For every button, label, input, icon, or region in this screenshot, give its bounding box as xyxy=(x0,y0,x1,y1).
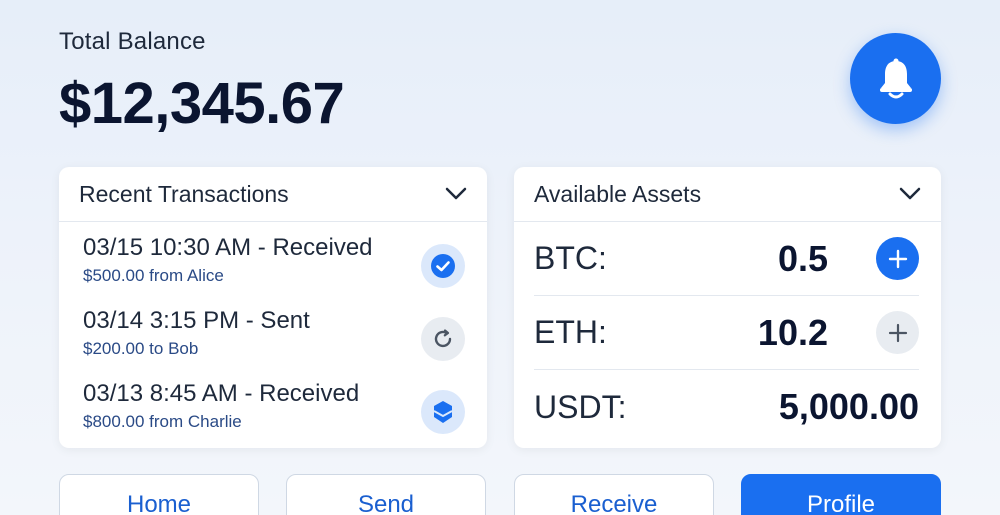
pending-refresh-icon xyxy=(434,329,452,348)
transaction-item[interactable]: 03/14 3:15 PM - Sent $200.00 to Bob xyxy=(83,307,467,369)
total-balance-label: Total Balance xyxy=(59,28,206,55)
recent-transactions-title: Recent Transactions xyxy=(79,180,289,207)
check-circle-icon xyxy=(431,254,455,278)
recent-transactions-panel: Recent Transactions 03/15 10:30 AM - Rec… xyxy=(59,167,487,448)
home-button[interactable]: Home xyxy=(59,474,259,515)
profile-button[interactable]: Profile xyxy=(741,474,941,515)
add-eth-button[interactable] xyxy=(876,311,919,354)
receive-button[interactable]: Receive xyxy=(514,474,714,515)
bell-icon xyxy=(879,58,912,98)
asset-label: BTC: xyxy=(534,240,607,276)
available-assets-title: Available Assets xyxy=(534,180,702,207)
transaction-title: 03/15 10:30 AM - Received xyxy=(83,234,373,261)
asset-value: 0.5 xyxy=(777,237,828,279)
recent-transactions-header[interactable]: Recent Transactions xyxy=(59,167,487,222)
transaction-title: 03/13 8:45 AM - Received xyxy=(83,380,360,407)
asset-row-eth: ETH: 10.2 xyxy=(534,296,919,370)
transaction-detail: $200.00 to Bob xyxy=(83,339,199,358)
shield-icon xyxy=(433,401,453,423)
asset-row-btc: BTC: 0.5 xyxy=(534,222,919,296)
total-balance-amount: $12,345.67 xyxy=(59,71,345,136)
transaction-status xyxy=(421,317,465,361)
asset-value: 5,000.00 xyxy=(778,386,919,427)
transaction-detail: $800.00 from Charlie xyxy=(83,412,242,431)
send-button[interactable]: Send xyxy=(286,474,486,515)
add-btc-button[interactable] xyxy=(876,237,919,280)
transaction-item[interactable]: 03/15 10:30 AM - Received $500.00 from A… xyxy=(83,234,467,296)
plus-icon xyxy=(888,323,907,342)
transaction-title: 03/14 3:15 PM - Sent xyxy=(83,307,310,334)
asset-value: 10.2 xyxy=(757,311,828,353)
chevron-down-icon[interactable] xyxy=(445,187,467,201)
transaction-status xyxy=(421,244,465,288)
asset-label: USDT: xyxy=(534,388,627,425)
asset-row-usdt: USDT: 5,000.00 xyxy=(534,370,919,444)
plus-icon xyxy=(888,249,907,268)
available-assets-header[interactable]: Available Assets xyxy=(514,167,941,222)
transaction-status xyxy=(421,390,465,434)
asset-label: ETH: xyxy=(534,314,607,350)
available-assets-panel: Available Assets BTC: 0.5 ETH: 10.2 USDT… xyxy=(514,167,941,448)
balance-header: Total Balance $12,345.67 xyxy=(59,28,345,137)
transaction-item[interactable]: 03/13 8:45 AM - Received $800.00 from Ch… xyxy=(83,380,467,442)
notifications-button[interactable] xyxy=(850,33,941,124)
transaction-detail: $500.00 from Alice xyxy=(83,266,224,285)
chevron-down-icon[interactable] xyxy=(899,187,921,201)
